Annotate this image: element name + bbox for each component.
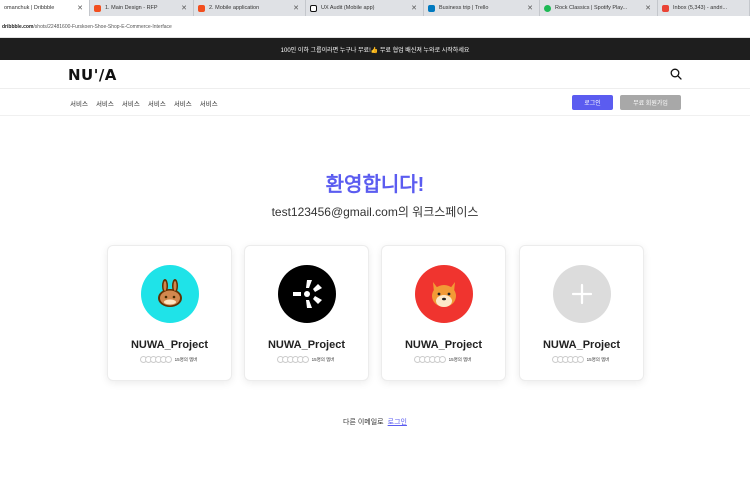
tab-label: omanchuk | Dribbble xyxy=(4,5,55,11)
other-email-text: 다른 이메일로 xyxy=(343,419,384,426)
close-icon[interactable]: ✕ xyxy=(77,4,83,12)
nav-item-service[interactable]: 서비스 xyxy=(174,98,192,108)
close-icon[interactable]: ✕ xyxy=(411,4,417,12)
url-host: dribbble.com xyxy=(2,23,34,30)
trello-icon xyxy=(428,4,435,12)
card-name: NUWA_Project xyxy=(404,339,483,351)
tab-label: Rock Classics | Spotify Play... xyxy=(555,5,628,11)
tab-label: Inbox (5,343) - andri... xyxy=(673,5,728,11)
signup-button[interactable]: 무료 회원가입 xyxy=(620,95,681,110)
nuwa-logo[interactable]: NU'/A xyxy=(68,66,117,84)
tab-mobile-application[interactable]: 2. Mobile application ✕ xyxy=(194,0,306,16)
promo-text: 100인 이하 그룹이라면 누구나 무료!👍 무료 협업 배신져 누와로 시작하… xyxy=(280,47,470,54)
url-path: /shots/22481600-Furskoen-Shoe-Shop-E-Com… xyxy=(33,23,172,30)
welcome-title: 환영합니다! xyxy=(325,174,425,196)
nav-item-service[interactable]: 서비스 xyxy=(122,98,140,108)
tab-trello[interactable]: Business trip | Trello ✕ xyxy=(424,0,540,16)
plus-icon[interactable] xyxy=(553,265,611,323)
tab-dribbble[interactable]: omanchuk | Dribbble ✕ xyxy=(0,0,90,16)
card-members: 15명의 멤버 xyxy=(108,356,231,363)
tab-ux-audit[interactable]: UX Audit (Mobile app) ✕ xyxy=(306,0,424,16)
workspace-subtitle: test123456@gmail.com의 워크스페이스 xyxy=(0,203,750,220)
site-header: NU'/A xyxy=(0,60,750,89)
member-count: 15명의 멤버 xyxy=(586,356,610,362)
member-count: 15명의 멤버 xyxy=(448,356,472,362)
workspace-card[interactable]: NUWA_Project 15명의 멤버 xyxy=(381,245,506,381)
workspace-card[interactable]: NUWA_Project 15명의 멤버 xyxy=(519,245,644,381)
tab-gmail[interactable]: Inbox (5,343) - andri... xyxy=(658,0,750,16)
member-count: 15명의 멤버 xyxy=(311,356,335,362)
search-icon[interactable] xyxy=(670,68,682,80)
address-bar[interactable]: dribbble.com /shots/22481600-Furskoen-Sh… xyxy=(0,16,750,38)
browser-tab-bar: omanchuk | Dribbble ✕ 1. Main Design - R… xyxy=(0,0,750,16)
gmail-icon xyxy=(662,4,669,12)
tab-label: 2. Mobile application xyxy=(209,5,260,11)
login-link[interactable]: 로그인 xyxy=(388,419,407,426)
figma-icon xyxy=(94,4,101,12)
tab-label: UX Audit (Mobile app) xyxy=(321,5,375,11)
close-icon[interactable]: ✕ xyxy=(293,4,299,12)
notion-icon xyxy=(310,4,317,12)
close-icon[interactable]: ✕ xyxy=(645,4,651,12)
nav-item-service[interactable]: 서비스 xyxy=(70,98,88,108)
workspace-card[interactable]: NUWA_Project 15명의 멤버 xyxy=(244,245,369,381)
pancakeswap-icon xyxy=(141,265,199,323)
member-avatars xyxy=(276,356,309,363)
close-icon[interactable]: ✕ xyxy=(527,4,533,12)
card-members: 15명의 멤버 xyxy=(520,356,643,363)
card-members: 15명의 멤버 xyxy=(245,356,368,363)
nav-item-service[interactable]: 서비스 xyxy=(148,98,166,108)
tab-label: Business trip | Trello xyxy=(439,5,489,11)
nav-item-service[interactable]: 서비스 xyxy=(200,98,218,108)
spotify-icon xyxy=(544,4,551,12)
figma-icon xyxy=(198,4,205,12)
member-count: 15명의 멤버 xyxy=(174,356,198,362)
nav-item-service[interactable]: 서비스 xyxy=(96,98,114,108)
close-icon[interactable]: ✕ xyxy=(181,4,187,12)
starburst-icon xyxy=(278,265,336,323)
other-email-line: 다른 이메일로 로그인 xyxy=(0,417,750,427)
member-avatars xyxy=(413,356,446,363)
workspace-card[interactable]: NUWA_Project 15명의 멤버 xyxy=(107,245,232,381)
nav-items: 서비스 서비스 서비스 서비스 서비스 서비스 xyxy=(70,98,218,108)
promo-banner: 100인 이하 그룹이라면 누구나 무료!👍 무료 협업 배신져 누와로 시작하… xyxy=(0,38,750,60)
card-name: NUWA_Project xyxy=(267,339,346,351)
tab-main-design[interactable]: 1. Main Design - RFP ✕ xyxy=(90,0,194,16)
card-name: NUWA_Project xyxy=(542,339,621,351)
login-button[interactable]: 로그인 xyxy=(572,95,613,110)
member-avatars xyxy=(139,356,172,363)
card-name: NUWA_Project xyxy=(130,339,209,351)
member-avatars xyxy=(551,356,584,363)
tab-spotify[interactable]: Rock Classics | Spotify Play... ✕ xyxy=(540,0,658,16)
workspace-email: test123456@gmail.com xyxy=(271,205,398,219)
workspace-suffix: 의 워크스페이스 xyxy=(397,205,479,219)
main-nav: 서비스 서비스 서비스 서비스 서비스 서비스 로그인 무료 회원가입 xyxy=(0,89,750,116)
shiba-icon xyxy=(415,265,473,323)
card-members: 15명의 멤버 xyxy=(382,356,505,363)
tab-label: 1. Main Design - RFP xyxy=(105,5,158,11)
